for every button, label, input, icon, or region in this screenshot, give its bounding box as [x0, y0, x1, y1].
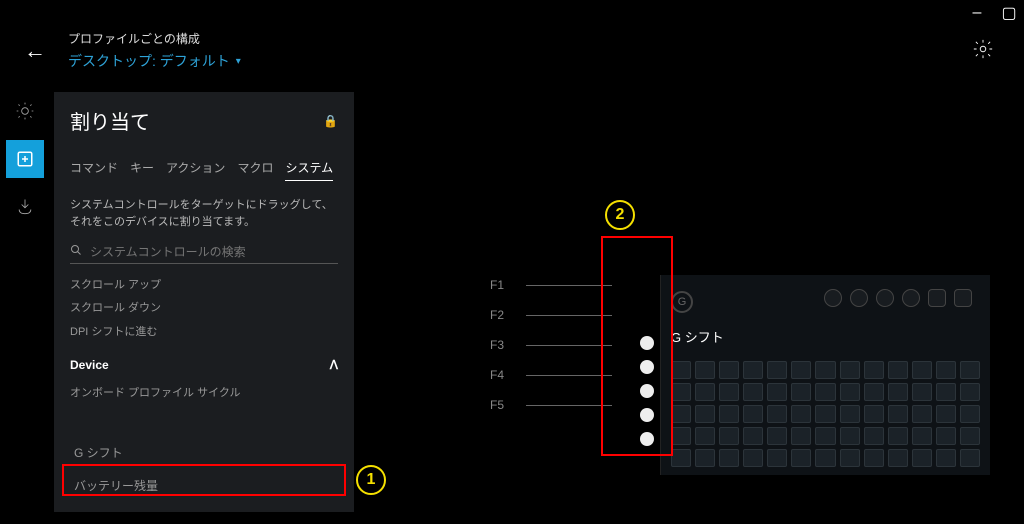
- media-knob: [876, 289, 894, 307]
- lock-icon[interactable]: 🔒: [323, 114, 338, 128]
- tab-key[interactable]: キー: [130, 159, 154, 181]
- f-label: F5: [490, 398, 526, 412]
- list-item[interactable]: スクロール ダウン: [70, 297, 338, 320]
- media-knob: [928, 289, 946, 307]
- back-button[interactable]: ←: [24, 38, 46, 64]
- f-label: F3: [490, 338, 526, 352]
- profile-selector[interactable]: デスクトップ: デフォルト ▾: [68, 51, 241, 71]
- keyboard-preview: F1 F2 F3 F4 F5 G G シフト: [490, 270, 1000, 490]
- media-knob: [902, 289, 920, 307]
- minimize-button[interactable]: –: [970, 6, 984, 20]
- chevron-down-icon: ▾: [236, 56, 241, 67]
- chevron-up-icon: ᐱ: [330, 358, 338, 372]
- annotation-badge-1: 1: [356, 465, 386, 495]
- panel-title: 割り当て: [70, 106, 150, 135]
- list-item[interactable]: オンボード プロファイル サイクル: [70, 382, 338, 405]
- list-item[interactable]: スクロール アップ: [70, 274, 338, 297]
- assignments-panel: 割り当て 🔒 コマンド キー アクション マクロ システム システムコントロール…: [54, 92, 354, 512]
- breadcrumb: プロファイルごとの構成: [68, 30, 241, 47]
- search-icon: [70, 244, 82, 259]
- sun-icon: [15, 101, 35, 121]
- device-section-label: Device: [70, 358, 109, 372]
- rail-download[interactable]: [6, 188, 44, 226]
- annotation-badge-2: 2: [605, 200, 635, 230]
- rail-lighting[interactable]: [6, 92, 44, 130]
- g-shift-label: G シフト: [671, 327, 724, 346]
- media-knob: [824, 289, 842, 307]
- hint-text: システムコントロールをターゲットにドラッグして、それをこのデバイスに割り当てます…: [70, 197, 338, 230]
- media-knob: [954, 289, 972, 307]
- g-logo-icon: G: [671, 291, 693, 313]
- settings-button[interactable]: [972, 38, 994, 65]
- tab-macro[interactable]: マクロ: [237, 159, 273, 181]
- f-label: F2: [490, 308, 526, 322]
- tabs: コマンド キー アクション マクロ システム: [70, 159, 338, 181]
- plus-icon: [16, 150, 34, 168]
- gear-icon: [972, 38, 994, 60]
- maximize-button[interactable]: ▢: [1002, 6, 1016, 20]
- list-item[interactable]: DPI シフトに進む: [70, 321, 338, 344]
- annotation-box-2: [601, 236, 673, 456]
- annotation-box-1: [62, 464, 346, 496]
- tab-action[interactable]: アクション: [166, 159, 225, 181]
- keyboard-frame: G G シフト: [660, 275, 990, 475]
- download-icon: [15, 197, 35, 217]
- media-knob: [850, 289, 868, 307]
- f-label: F4: [490, 368, 526, 382]
- tab-system[interactable]: システム: [285, 159, 333, 181]
- search-input[interactable]: [90, 245, 338, 259]
- rail-assignments[interactable]: [6, 140, 44, 178]
- profile-label: デスクトップ: デフォルト: [68, 51, 230, 71]
- device-section-header[interactable]: Device ᐱ: [70, 358, 338, 372]
- search-box[interactable]: [70, 244, 338, 264]
- tab-command[interactable]: コマンド: [70, 159, 118, 181]
- f-label: F1: [490, 278, 526, 292]
